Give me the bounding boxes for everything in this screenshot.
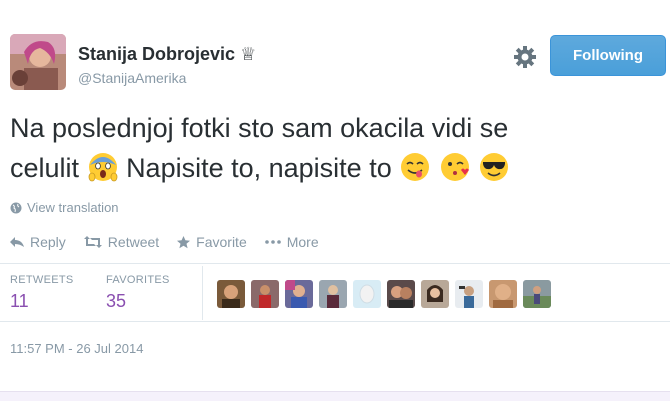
yum-emoji-icon bbox=[401, 153, 430, 181]
reply-icon bbox=[10, 237, 24, 247]
view-translation-label[interactable]: View translation bbox=[27, 200, 119, 215]
favorites-label: FAVORITES bbox=[106, 274, 170, 286]
tweet-actions: Reply Retweet Favorite More bbox=[10, 234, 337, 250]
tweet-text-napisite: Napisite to, napisite to bbox=[126, 153, 392, 183]
user-handle[interactable]: @StanijaAmerika bbox=[78, 70, 186, 86]
tweet-text-line1: Na poslednjoj fotki sto sam okacila vidi… bbox=[10, 113, 509, 143]
tweet-card: Stanija Dobrojevic ♕ @StanijaAmerika Fol… bbox=[0, 0, 670, 401]
globe-icon bbox=[10, 202, 22, 213]
more-dots-icon bbox=[264, 240, 281, 244]
sunglasses-emoji-icon bbox=[480, 153, 509, 181]
retweet-button[interactable]: Retweet bbox=[83, 234, 159, 250]
divider-bottom bbox=[0, 321, 670, 322]
favorites-stat[interactable]: FAVORITES 35 bbox=[106, 274, 170, 312]
favoriter-avatar[interactable] bbox=[251, 280, 279, 308]
following-button[interactable]: Following bbox=[550, 35, 666, 76]
favorite-label[interactable]: Favorite bbox=[196, 234, 247, 250]
retweets-count[interactable]: 11 bbox=[10, 291, 74, 312]
retweets-stat[interactable]: RETWEETS 11 bbox=[10, 274, 74, 312]
crown-icon: ♕ bbox=[240, 44, 257, 64]
favoriter-avatar[interactable] bbox=[523, 280, 551, 308]
display-name-text[interactable]: Stanija Dobrojevic bbox=[78, 44, 235, 64]
favoriter-avatar[interactable] bbox=[285, 280, 313, 308]
kiss-wink-emoji-icon bbox=[440, 153, 469, 181]
favoriter-avatar[interactable] bbox=[319, 280, 347, 308]
scream-emoji-icon bbox=[88, 153, 117, 182]
more-label[interactable]: More bbox=[287, 234, 319, 250]
star-icon bbox=[177, 235, 191, 248]
tweet-text-line2: celulit Napisite to, napisite to bbox=[10, 148, 650, 188]
stats-divider bbox=[202, 266, 203, 320]
favorites-count[interactable]: 35 bbox=[106, 291, 170, 312]
favoriter-avatar[interactable] bbox=[489, 280, 517, 308]
favoriter-avatars bbox=[217, 280, 551, 308]
retweets-label: RETWEETS bbox=[10, 274, 74, 286]
favorite-button[interactable]: Favorite bbox=[177, 234, 247, 250]
reply-button[interactable]: Reply bbox=[10, 234, 66, 250]
user-avatar[interactable] bbox=[10, 34, 66, 90]
retweet-icon bbox=[83, 236, 102, 248]
gear-icon[interactable] bbox=[512, 44, 538, 70]
tweet-text-celulit: celulit bbox=[10, 153, 80, 183]
favoriter-avatar[interactable] bbox=[455, 280, 483, 308]
favoriter-avatar[interactable] bbox=[421, 280, 449, 308]
favoriter-avatar[interactable] bbox=[387, 280, 415, 308]
more-button[interactable]: More bbox=[264, 234, 319, 250]
retweet-label[interactable]: Retweet bbox=[108, 234, 159, 250]
divider-top bbox=[0, 263, 670, 264]
tweet-text: Na poslednjoj fotki sto sam okacila vidi… bbox=[10, 108, 650, 188]
view-translation-link[interactable]: View translation bbox=[10, 200, 119, 215]
favoriter-avatar[interactable] bbox=[353, 280, 381, 308]
favoriter-avatar[interactable] bbox=[217, 280, 245, 308]
display-name[interactable]: Stanija Dobrojevic ♕ bbox=[78, 44, 256, 65]
tweet-timestamp[interactable]: 11:57 PM - 26 Jul 2014 bbox=[10, 341, 143, 356]
reply-label[interactable]: Reply bbox=[30, 234, 66, 250]
